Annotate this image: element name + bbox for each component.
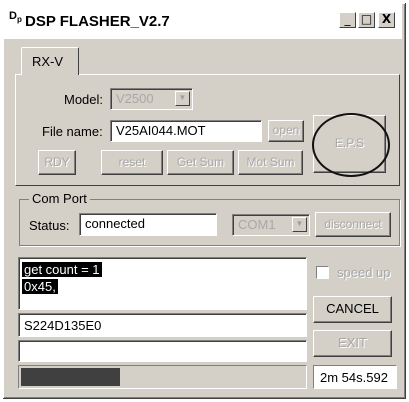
close-icon: X [381,12,392,26]
maximize-icon: □ [360,12,373,26]
maximize-button[interactable]: □ [358,12,375,28]
reset-button[interactable]: reset [101,150,163,175]
progress-fill [21,368,120,386]
speed-up-label: speed up [337,265,391,280]
log-output[interactable]: get count = 1 0x45, [18,257,307,310]
status-label: Status: [29,218,70,233]
model-label: Model: [64,92,104,107]
model-select-value: V2500 [116,91,154,106]
checksum-field[interactable]: S224D135E0 [18,313,307,337]
minimize-button[interactable]: _ [339,12,356,28]
app-logo-icon: Dp [9,10,22,25]
filename-label: File name: [42,124,103,139]
exit-button[interactable]: EXIT [313,330,392,357]
model-select[interactable]: V2500 ▼ [110,88,193,110]
com-port-title: Com Port [29,191,90,206]
chevron-down-icon[interactable]: ▼ [292,217,307,232]
tab-rx-v[interactable]: RX-V [21,47,79,75]
speed-up-checkbox[interactable] [316,266,329,279]
cancel-button[interactable]: CANCEL [313,296,392,323]
title-bar[interactable]: Dp DSP FLASHER_V2.7 _ □ X [3,3,402,39]
close-button[interactable]: X [378,12,395,28]
filename-field[interactable]: V25AI044.MOT [110,120,262,142]
com-port-select-value: COM1 [238,217,276,232]
mot-sum-button[interactable]: Mot Sum [238,150,303,175]
window-title: DSP FLASHER_V2.7 [25,13,170,30]
disconnect-button[interactable]: disconnect [315,212,391,237]
empty-field[interactable] [18,340,307,362]
log-line: get count = 1 [22,262,102,277]
rdy-button[interactable]: RDY [38,150,76,175]
minimize-icon: _ [344,12,351,26]
elapsed-time: 2m 54s.592 [313,365,397,389]
open-button[interactable]: open [268,120,304,142]
log-line: 0x45, [22,279,58,294]
com-port-select[interactable]: COM1 ▼ [232,214,310,236]
progress-bar [18,365,307,389]
status-field: connected [79,213,217,236]
chevron-down-icon[interactable]: ▼ [175,91,190,106]
get-sum-button[interactable]: Get Sum [167,150,234,175]
eps-button[interactable]: E.P.S [313,115,386,173]
